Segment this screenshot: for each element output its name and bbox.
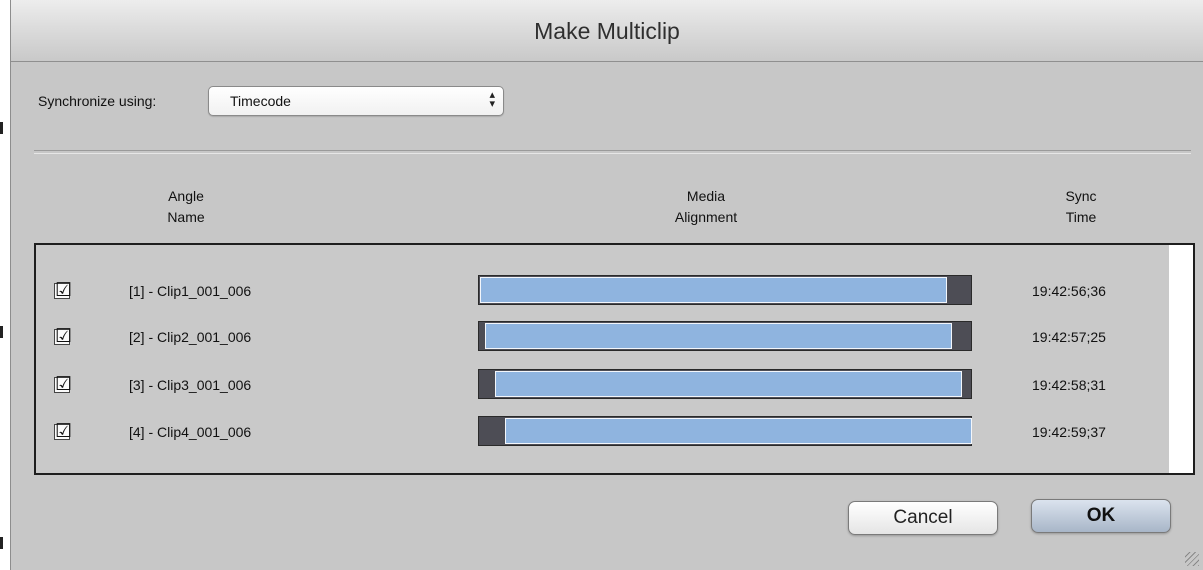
edge-mark	[0, 122, 3, 134]
synchronize-label: Synchronize using:	[38, 93, 157, 109]
synchronize-popup[interactable]: Timecode ▴ ▾	[208, 86, 504, 116]
edge-mark	[0, 326, 3, 338]
edge-mark	[0, 537, 3, 549]
alignment-track[interactable]	[478, 369, 972, 399]
angle-checkbox[interactable]: ☑	[54, 375, 72, 394]
sync-time: 19:42:57;25	[1032, 329, 1106, 345]
angle-name-header: Angle Name	[141, 186, 231, 228]
sync-time: 19:42:56;36	[1032, 283, 1106, 299]
alignment-track[interactable]	[478, 275, 972, 305]
media-header-line-2: Alignment	[674, 209, 738, 225]
up-down-arrows-icon: ▴ ▾	[489, 89, 495, 110]
resize-grip-icon[interactable]	[1185, 552, 1199, 566]
sync-time: 19:42:58;31	[1032, 377, 1106, 393]
sync-header-line-2: Time	[1065, 209, 1097, 225]
separator	[34, 150, 1191, 154]
angle-header-line-2: Name	[167, 209, 205, 225]
clip-row[interactable]: ☑ [1] - Clip1_001_006 19:42:56;36	[36, 275, 1156, 315]
clip-alignment-bar[interactable]	[484, 323, 953, 349]
clip-row[interactable]: ☑ [3] - Clip3_001_006 19:42:58;31	[36, 369, 1156, 409]
angle-checkbox[interactable]: ☑	[54, 281, 72, 300]
media-alignment-header: Media Alignment	[646, 186, 766, 228]
synchronize-value: Timecode	[230, 93, 291, 109]
sync-time-header: Sync Time	[1036, 186, 1126, 228]
alignment-track[interactable]	[478, 416, 972, 446]
angle-header-line-1: Angle	[168, 188, 204, 204]
clip-alignment-bar[interactable]	[480, 277, 948, 303]
cancel-button[interactable]: Cancel	[848, 501, 998, 535]
angle-name: [1] - Clip1_001_006	[129, 283, 252, 299]
ok-button[interactable]: OK	[1031, 499, 1171, 533]
clip-alignment-bar[interactable]	[494, 371, 963, 397]
angle-name: [3] - Clip3_001_006	[129, 377, 252, 393]
clip-list[interactable]: ☑ [1] - Clip1_001_006 19:42:56;36 ☑ [2] - Cl…	[34, 243, 1195, 475]
angle-name: [4] - Clip4_001_006	[129, 424, 252, 440]
clip-alignment-bar[interactable]	[504, 418, 972, 444]
angle-name: [2] - Clip2_001_006	[129, 329, 252, 345]
make-multiclip-dialog: Make Multiclip Synchronize using: Timeco…	[10, 0, 1203, 570]
sync-header-line-1: Sync	[1065, 188, 1097, 204]
clip-row[interactable]: ☑ [4] - Clip4_001_006 19:42:59;37	[36, 416, 1156, 456]
sync-time: 19:42:59;37	[1032, 424, 1106, 440]
angle-checkbox[interactable]: ☑	[54, 327, 72, 346]
title-bar[interactable]: Make Multiclip	[11, 0, 1203, 62]
dialog-title: Make Multiclip	[534, 18, 680, 44]
angle-checkbox[interactable]: ☑	[54, 422, 72, 441]
clip-row[interactable]: ☑ [2] - Clip2_001_006 19:42:57;25	[36, 321, 1156, 361]
alignment-track[interactable]	[478, 321, 972, 351]
list-scrollbar[interactable]	[1169, 245, 1193, 473]
media-header-line-1: Media	[686, 188, 726, 204]
